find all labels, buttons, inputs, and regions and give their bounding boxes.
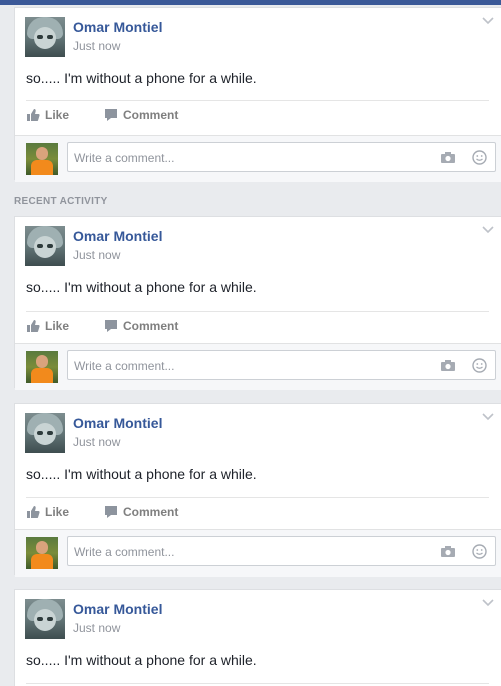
comment-composer: Write a comment... xyxy=(15,529,501,577)
like-label: Like xyxy=(45,319,70,333)
comment-placeholder: Write a comment... xyxy=(74,151,175,165)
post-text: so..... I'm without a phone for a while. xyxy=(26,652,257,668)
current-user-avatar xyxy=(26,351,58,383)
chevron-down-icon[interactable] xyxy=(481,14,495,28)
comment-input[interactable]: Write a comment... xyxy=(67,142,496,172)
like-button[interactable]: Like xyxy=(26,505,69,519)
like-label: Like xyxy=(45,505,70,519)
comment-label: Comment xyxy=(123,505,179,519)
comment-placeholder: Write a comment... xyxy=(74,359,175,373)
author-name-link[interactable]: Omar Montiel xyxy=(73,19,162,35)
camera-icon[interactable] xyxy=(440,151,456,164)
current-user-avatar xyxy=(26,143,58,175)
comment-button[interactable]: Comment xyxy=(104,108,178,122)
author-name-link[interactable]: Omar Montiel xyxy=(73,228,162,244)
author-name-link[interactable]: Omar Montiel xyxy=(73,415,162,431)
chevron-down-icon[interactable] xyxy=(481,410,495,424)
smiley-icon[interactable] xyxy=(472,358,487,373)
section-heading-recent-activity: RECENT ACTIVITY xyxy=(14,196,108,207)
divider xyxy=(26,497,489,498)
camera-icon[interactable] xyxy=(440,545,456,558)
comment-placeholder: Write a comment... xyxy=(74,545,175,559)
post-timestamp[interactable]: Just now xyxy=(73,621,120,635)
comment-composer: Write a comment... xyxy=(15,343,501,390)
post-text: so..... I'm without a phone for a while. xyxy=(26,70,257,86)
author-avatar[interactable] xyxy=(25,17,65,57)
chevron-down-icon[interactable] xyxy=(481,596,495,610)
post-timestamp[interactable]: Just now xyxy=(73,435,120,449)
chevron-down-icon[interactable] xyxy=(481,223,495,237)
comment-button[interactable]: Comment xyxy=(104,505,178,519)
divider xyxy=(26,683,489,684)
comment-button[interactable]: Comment xyxy=(104,319,178,333)
post-timestamp[interactable]: Just now xyxy=(73,39,120,53)
like-label: Like xyxy=(45,108,70,122)
camera-icon[interactable] xyxy=(440,359,456,372)
author-avatar[interactable] xyxy=(25,599,65,639)
like-button[interactable]: Like xyxy=(26,108,69,122)
post-text: so..... I'm without a phone for a while. xyxy=(26,279,257,295)
current-user-avatar xyxy=(26,537,58,569)
post-text: so..... I'm without a phone for a while. xyxy=(26,466,257,482)
comment-label: Comment xyxy=(123,108,179,122)
smiley-icon[interactable] xyxy=(472,544,487,559)
like-button[interactable]: Like xyxy=(26,319,69,333)
post-timestamp[interactable]: Just now xyxy=(73,248,120,262)
top-bar xyxy=(0,0,501,5)
comment-input[interactable]: Write a comment... xyxy=(67,536,496,566)
post-card: Omar Montiel Just now so..... I'm withou… xyxy=(14,403,501,577)
comment-bubble-icon xyxy=(105,320,117,332)
smiley-icon[interactable] xyxy=(472,150,487,165)
divider xyxy=(26,311,489,312)
author-avatar[interactable] xyxy=(25,413,65,453)
comment-bubble-icon xyxy=(105,506,117,518)
like-thumb-icon xyxy=(27,109,40,121)
post-card: Omar Montiel Just now so..... I'm withou… xyxy=(14,216,501,390)
post-card: Omar Montiel Just now so..... I'm withou… xyxy=(14,589,501,686)
post-card: Omar Montiel Just now so..... I'm withou… xyxy=(14,7,501,182)
comment-label: Comment xyxy=(123,319,179,333)
divider xyxy=(26,100,489,101)
like-thumb-icon xyxy=(27,506,40,518)
comment-composer: Write a comment... xyxy=(15,135,501,182)
comment-input[interactable]: Write a comment... xyxy=(67,350,496,380)
comment-bubble-icon xyxy=(105,109,117,121)
like-thumb-icon xyxy=(27,320,40,332)
author-name-link[interactable]: Omar Montiel xyxy=(73,601,162,617)
author-avatar[interactable] xyxy=(25,226,65,266)
